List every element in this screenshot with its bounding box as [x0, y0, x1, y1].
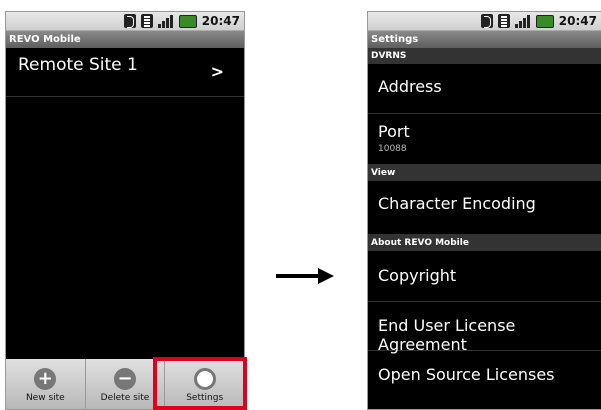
add-icon: + [34, 368, 57, 390]
pref-encoding-title: Character Encoding [378, 194, 536, 213]
pref-eula-title: End User License Agreement [378, 316, 516, 354]
section-about: About REVO Mobile [368, 235, 601, 251]
screen-title: Settings [368, 31, 601, 48]
vibrate-icon [497, 14, 510, 28]
battery-icon [178, 14, 197, 28]
bluetooth-icon [480, 14, 493, 28]
status-bar: 20:47 [6, 12, 244, 31]
pref-eula[interactable]: End User License Agreement [368, 302, 601, 354]
status-bar: 20:47 [368, 12, 601, 31]
chevron-right-icon: > [210, 62, 224, 81]
pref-open-source-licenses[interactable]: Open Source Licenses [368, 351, 601, 399]
settings-screen: 20:47 Settings DVRNS Address Port 10088 … [367, 11, 601, 410]
signal-icon [514, 14, 531, 28]
pref-port[interactable]: Port 10088 [368, 114, 601, 165]
section-view: View [368, 165, 601, 181]
pref-port-title: Port [378, 122, 410, 141]
settings-highlight-box [153, 357, 247, 410]
pref-copyright[interactable]: Copyright [368, 251, 601, 302]
right-arrow-icon [276, 268, 334, 284]
new-site-button[interactable]: + New site [6, 359, 85, 409]
signal-icon [157, 14, 174, 28]
pref-copyright-title: Copyright [378, 266, 457, 285]
vibrate-icon [140, 14, 153, 28]
remove-icon: − [114, 368, 136, 390]
new-site-label: New site [25, 393, 65, 403]
status-time: 20:47 [201, 14, 240, 28]
battery-icon [535, 14, 554, 28]
site-label: Remote Site 1 [18, 55, 138, 75]
pref-address-title: Address [378, 77, 442, 96]
status-time: 20:47 [558, 14, 597, 28]
section-dvrns: DVRNS [368, 48, 601, 64]
pref-address[interactable]: Address [368, 64, 601, 114]
bluetooth-icon [123, 14, 136, 28]
site-row-remote-site-1[interactable]: Remote Site 1 > [6, 48, 244, 97]
app-title: REVO Mobile [6, 31, 244, 48]
pref-port-value: 10088 [378, 144, 407, 154]
main-screen: 20:47 REVO Mobile Remote Site 1 > + New … [5, 11, 245, 410]
pref-oss-title: Open Source Licenses [378, 365, 555, 384]
pref-character-encoding[interactable]: Character Encoding [368, 181, 601, 235]
